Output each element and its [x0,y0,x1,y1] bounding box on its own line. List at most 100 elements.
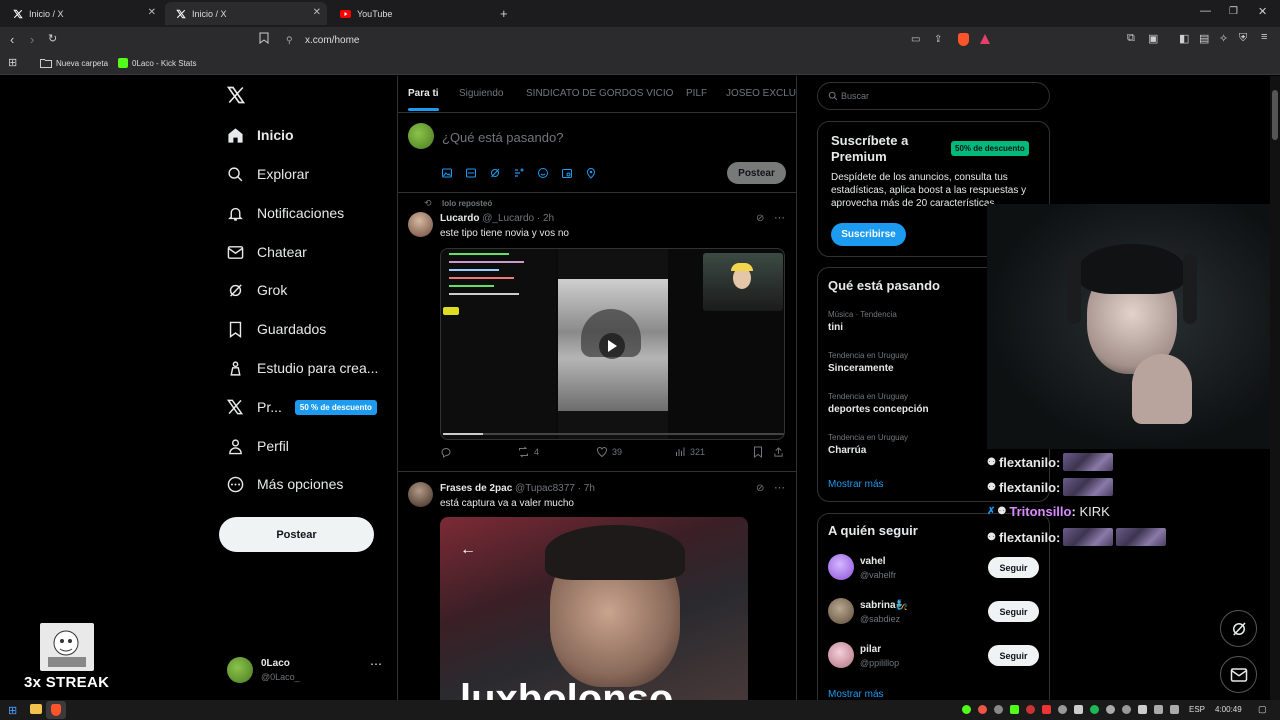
x-home-logo[interactable] [227,86,245,104]
sidebar-toggle-icon[interactable]: ◧ [1179,32,1189,45]
post-card[interactable]: ⟲ lolo reposteó Lucardo @_Lucardo · 2h ⊘… [397,194,796,472]
account-switcher[interactable]: 0Laco @0Laco_ ⋯ [222,652,387,688]
emoji-icon[interactable] [537,167,549,179]
back-icon[interactable]: ‹ [10,32,14,47]
follow-button[interactable]: Seguir [988,557,1039,578]
post-time[interactable]: 7h [584,483,595,494]
mic-icon[interactable] [1138,705,1147,714]
show-more-link[interactable]: Mostrar más [828,689,884,700]
location-icon[interactable] [585,167,597,179]
tab-manager-icon[interactable]: ▣ [1148,32,1158,45]
bookmark-button[interactable] [753,446,763,458]
wallet-icon[interactable]: ▤ [1199,32,1209,45]
author-name[interactable]: Lucardo [440,213,479,224]
grok-float-button[interactable] [1220,610,1257,647]
trend-item[interactable]: Música · Tendencia tini [828,310,897,333]
url-text[interactable]: x.com/home [305,35,359,46]
file-explorer-icon[interactable] [30,704,42,714]
brave-rewards-icon[interactable] [980,34,990,44]
brave-taskbar-button[interactable] [46,701,66,719]
follow-item[interactable]: vahel @vahelfr Seguir [818,551,1049,591]
reply-button[interactable] [440,446,452,458]
trend-item[interactable]: Tendencia en Uruguay deportes concepción [828,392,929,415]
windows-start-icon[interactable]: ⊞ [8,704,17,717]
poll-icon[interactable] [513,167,525,179]
apps-grid-icon[interactable]: ⊞ [8,56,17,69]
grok-icon[interactable]: ⊘ [756,213,764,224]
brave-shield-icon[interactable] [958,33,969,46]
forward-icon[interactable]: › [30,32,34,47]
browser-tab-1[interactable]: Inicio / X ✕ [2,2,162,25]
tray-app-icon[interactable] [1010,705,1019,714]
trend-item[interactable]: Tendencia en Uruguay Charrúa [828,433,908,456]
browser-tab-3[interactable]: YouTube [330,2,490,25]
clock[interactable]: 4:00:49 [1215,705,1242,714]
tray-app-icon[interactable] [1042,705,1051,714]
author-handle[interactable]: @Tupac8377 [515,483,575,494]
tray-app-icon[interactable] [1026,705,1035,714]
scrollbar-thumb[interactable] [1272,90,1278,140]
tray-app-icon[interactable] [1122,705,1131,714]
close-window-icon[interactable]: ✕ [1258,5,1267,18]
spotify-icon[interactable] [1090,705,1099,714]
post-card[interactable]: Frases de 2pac @Tupac8377 · 7h ⊘ ⋯ está … [397,473,796,700]
post-image[interactable]: ← luxbolonso [440,517,748,700]
composer-input[interactable]: ¿Qué está pasando? [442,130,563,145]
vpn-icon[interactable]: ⛨ [1239,32,1247,45]
tab-list-sindicato[interactable]: SINDICATO DE GORDOS VICIO [526,88,673,99]
bookmark-folder[interactable]: Nueva carpeta [40,58,108,68]
nav-profile[interactable]: Perfil [226,431,289,461]
volume-icon[interactable] [1170,705,1179,714]
like-button[interactable]: 39 [596,446,622,458]
show-more-link[interactable]: Mostrar más [828,479,884,490]
follow-item[interactable]: pilar @ppilillop Seguir [818,639,1049,679]
nav-explore[interactable]: Explorar [226,159,309,189]
tray-app-icon[interactable] [1058,705,1067,714]
avatar[interactable] [408,482,433,507]
nav-bookmarks[interactable]: Guardados [226,314,326,344]
close-tab-icon[interactable]: ✕ [148,7,156,18]
repost-note[interactable]: lolo reposteó [442,199,492,208]
nav-more-options[interactable]: Más opciones [226,469,343,499]
author-handle[interactable]: @_Lucardo [482,213,534,224]
follow-button[interactable]: Seguir [988,645,1039,666]
restore-icon[interactable]: ❐ [1229,6,1238,17]
search-box[interactable]: Buscar [817,82,1050,110]
nav-notifications[interactable]: Notificaciones [226,198,344,228]
sidebar-post-button[interactable]: Postear [219,517,374,552]
address-bar[interactable]: ⚲ x.com/home ▭ ⇪ [278,30,1000,50]
views-button[interactable]: 321 [674,446,705,458]
nav-creator-studio[interactable]: Estudio para crea... [226,353,378,383]
video-progress[interactable] [443,433,784,435]
play-icon[interactable] [599,333,625,359]
network-icon[interactable] [1154,705,1163,714]
language-indicator[interactable]: ESP [1189,705,1205,714]
post-time[interactable]: 2h [543,213,554,224]
share-button[interactable] [773,446,784,458]
post-video[interactable] [440,248,785,440]
author-name[interactable]: Frases de 2pac [440,483,512,494]
tab-for-you[interactable]: Para ti [408,88,439,99]
tray-app-icon[interactable] [962,705,971,714]
grok-icon[interactable] [489,167,501,179]
trend-item[interactable]: Tendencia en Uruguay Sinceramente [828,351,908,374]
composer-post-button[interactable]: Postear [727,162,786,184]
browser-tab-2[interactable]: Inicio / X ✕ [165,2,327,25]
image-icon[interactable] [441,167,453,179]
close-tab-icon[interactable]: ✕ [313,7,321,18]
menu-icon[interactable]: ≡ [1261,31,1267,43]
nav-grok[interactable]: Grok [226,275,287,305]
gif-icon[interactable] [465,167,477,179]
leo-ai-icon[interactable]: ✧ [1219,32,1228,45]
tray-app-icon[interactable] [1106,705,1115,714]
avatar[interactable] [408,212,433,237]
grok-icon[interactable]: ⊘ [756,483,764,494]
tab-list-pilf[interactable]: PILF [686,88,707,99]
nav-premium[interactable]: Pr... 50 % de descuento [226,392,377,422]
page-scrollbar[interactable] [1270,76,1280,700]
tray-app-icon[interactable] [978,705,987,714]
tray-app-icon[interactable] [994,705,1003,714]
messages-float-button[interactable] [1220,656,1257,693]
back-arrow-icon[interactable]: ← [460,541,476,559]
follow-item[interactable]: sabrina🧞 @sabdiez Seguir [818,595,1049,635]
